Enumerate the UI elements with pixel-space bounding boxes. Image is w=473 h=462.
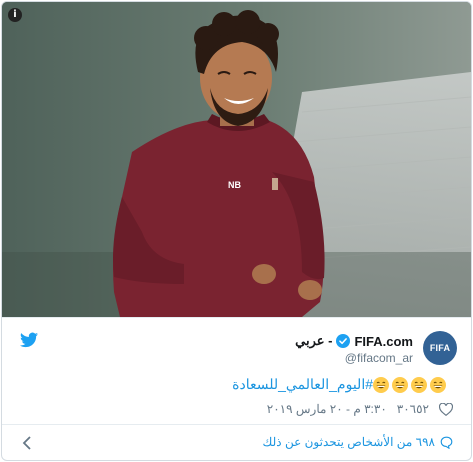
emoji-group — [373, 376, 449, 393]
player-photo: NB — [2, 2, 471, 317]
tweet-card: NB i FIFA عربي - FIFA.com @fifacom_ar #ا… — [1, 1, 472, 461]
display-name[interactable]: عربي - FIFA.com — [295, 333, 413, 349]
display-name-en: FIFA.com — [354, 333, 413, 349]
speech-bubble-icon — [440, 436, 453, 449]
grinning-face-emoji-icon — [373, 376, 389, 393]
hashtag-link[interactable]: #اليوم_العالمي_للسعادة — [232, 376, 373, 393]
tweet-photo[interactable]: NB i — [2, 2, 471, 317]
avatar[interactable]: FIFA — [423, 331, 457, 365]
avatar-text: FIFA — [429, 343, 451, 353]
chevron-left-icon[interactable] — [22, 436, 32, 450]
timestamp[interactable]: ٣:٣٠ م - ٢٠ مارس ٢٠١٩ — [267, 402, 387, 416]
like-count: ٣٠٦٥٢ — [396, 402, 429, 416]
tweet-meta: ٣:٣٠ م - ٢٠ مارس ٢٠١٩ ٣٠٦٥٢ — [267, 402, 453, 416]
tweet-header: FIFA عربي - FIFA.com @fifacom_ar — [2, 318, 471, 368]
discussion-text: ٦٩٨ من الأشخاص يتحدثون عن ذلك — [262, 435, 435, 449]
heart-icon[interactable] — [439, 402, 453, 416]
tweet-footer[interactable]: ٦٩٨ من الأشخاص يتحدثون عن ذلك — [2, 425, 471, 460]
verified-badge-icon — [336, 334, 351, 348]
tweet-text: #اليوم_العالمي_للسعادة — [232, 376, 453, 393]
twitter-bird-icon[interactable] — [20, 332, 38, 348]
user-handle[interactable]: @fifacom_ar — [345, 351, 413, 365]
discussion-link[interactable]: ٦٩٨ من الأشخاص يتحدثون عن ذلك — [263, 435, 453, 449]
grinning-face-emoji-icon — [411, 376, 427, 393]
grinning-face-emoji-icon — [392, 376, 408, 393]
grinning-face-emoji-icon — [430, 376, 446, 393]
info-icon[interactable]: i — [8, 8, 22, 22]
svg-text:NB: NB — [228, 180, 241, 190]
display-name-ar: عربي - — [295, 333, 333, 348]
